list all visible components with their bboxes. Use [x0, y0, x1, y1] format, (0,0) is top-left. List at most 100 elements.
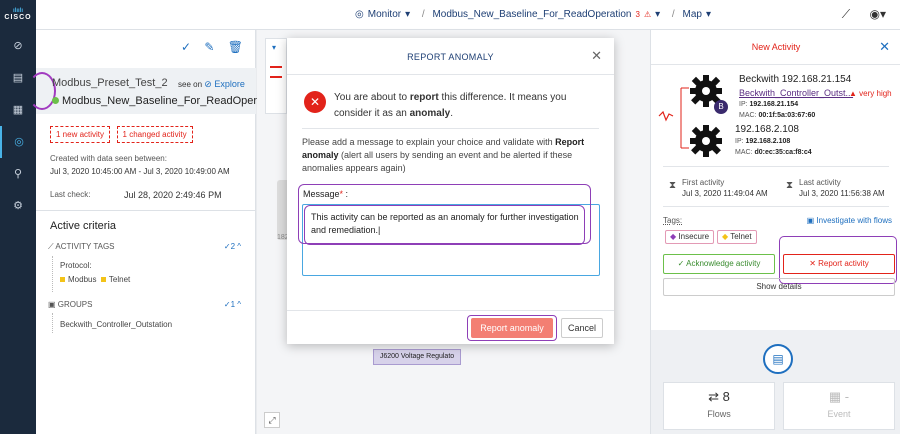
divider: [287, 310, 614, 311]
flows-card[interactable]: ⇄ 8 Flows: [663, 382, 775, 430]
protocol-tags: Modbus Telnet: [60, 275, 130, 284]
flows-count: ⇄ 8: [708, 389, 730, 404]
document-icon[interactable]: ▤: [763, 344, 793, 374]
monitor-icon: ◎: [355, 9, 364, 20]
changed-activity-badge[interactable]: 1 changed activity: [116, 126, 193, 143]
modal-title: REPORT ANOMALY: [407, 52, 494, 62]
highlight-annotation: [779, 236, 897, 284]
dashboard-icon[interactable]: ⊘: [0, 30, 36, 62]
host1-ip: IP: 192.168.21.154: [739, 101, 799, 108]
tags-label: Tags:: [663, 216, 683, 225]
explore-icon: ⊘: [204, 79, 215, 89]
panel-tools: ✓ ✎ 🗑: [171, 40, 243, 54]
search-icon[interactable]: ⚲: [0, 158, 36, 190]
chevron-down-icon[interactable]: ▾: [655, 9, 660, 20]
divider: [663, 206, 889, 207]
groups-count[interactable]: ✓1 ^: [224, 300, 241, 309]
check-icon[interactable]: ✓: [181, 40, 191, 54]
tag-telnet: Telnet: [101, 275, 130, 284]
legend-line-solid: [270, 66, 282, 68]
divider: [287, 74, 614, 75]
host2-mac: MAC: d0:ec:35:ca:f8:c4: [735, 149, 812, 156]
last-check-value: Jul 28, 2020 2:49:46 PM: [124, 190, 222, 200]
alert-icon: ⚠: [643, 10, 652, 19]
flows-icon: ▣: [806, 216, 815, 225]
warning-icon: ▲: [849, 89, 857, 98]
divider: [302, 128, 599, 129]
host2-name: 192.168.2.108: [735, 124, 799, 135]
tag-telnet: ◆ Telnet: [717, 230, 757, 244]
expand-icon[interactable]: ⤢: [264, 412, 280, 428]
divider: [36, 210, 256, 211]
activity-tags-count[interactable]: ✓2 ^: [224, 242, 241, 251]
activity-link-icon: [658, 87, 689, 149]
investigate-link[interactable]: ▣ Investigate with flows: [807, 216, 892, 225]
breadcrumb-separator: /: [421, 9, 425, 20]
show-details-button[interactable]: Show details: [663, 278, 895, 296]
chevron-down-icon[interactable]: ▾: [405, 9, 410, 20]
groups-header[interactable]: ▣ GROUPS: [48, 300, 92, 309]
top-right-tools: ⟋ ◉▾: [826, 7, 886, 22]
tree-line: [52, 256, 53, 292]
preset-name: Modbus_Preset_Test_2: [52, 77, 168, 89]
hourglass-icon: ⧗: [669, 180, 677, 191]
monitor-nav-icon[interactable]: ◎: [0, 126, 36, 158]
user-avatar-icon[interactable]: ◉▾: [870, 7, 887, 21]
cisco-logo[interactable]: ılıılı CISCO: [0, 0, 36, 30]
risk-badge: ▲ very high: [849, 89, 892, 98]
activity-tags-header[interactable]: ⟋ ACTIVITY TAGS: [48, 242, 115, 252]
explore-link[interactable]: Explore: [214, 79, 245, 89]
tag-insecure: ◆ Insecure: [665, 230, 715, 244]
last-check-label: Last check:: [50, 190, 91, 199]
gear-icon: [690, 125, 722, 157]
trash-icon[interactable]: 🗑: [228, 40, 243, 54]
flows-label: Flows: [707, 409, 731, 419]
modal-description: Please add a message to explain your cho…: [302, 137, 585, 173]
gear-icon[interactable]: ⚙: [0, 190, 36, 222]
breadcrumb-monitor[interactable]: Monitor: [368, 9, 401, 20]
chevron-down-icon[interactable]: ▾: [266, 39, 286, 56]
group-item: Beckwith_Controller_Outstation: [60, 320, 173, 329]
baseline-name: Modbus_New_Baseline_For_ReadOperation: [52, 95, 281, 107]
activity-badges: 1 new activity 1 changed activity: [50, 126, 197, 143]
new-activity-badge[interactable]: 1 new activity: [50, 126, 111, 143]
flows-icon: ⇄: [708, 389, 720, 404]
activity-panel: New Activity ✕ B Beckwith 192.168.21.154…: [650, 30, 900, 434]
chart-icon[interactable]: ⟋: [842, 7, 850, 21]
breadcrumb-baseline[interactable]: Modbus_New_Baseline_For_ReadOperation: [432, 9, 631, 20]
error-icon: ✕: [304, 91, 326, 113]
map-node-voltage-regulator[interactable]: J6200 Voltage Regulato: [373, 349, 461, 365]
chevron-down-icon[interactable]: ▾: [706, 9, 711, 20]
host2-ip: IP: 192.168.2.108: [735, 138, 791, 145]
baseline-header: Modbus_Preset_Test_2 see on ⊘ Explore Mo…: [28, 68, 281, 114]
divider: [651, 64, 900, 65]
legend-card[interactable]: ▾: [265, 38, 287, 114]
active-criteria-title: Active criteria: [50, 220, 117, 232]
first-activity-label: First activity: [682, 178, 725, 187]
created-label: Created with data seen between:: [50, 154, 167, 163]
legend-line-dashed: [270, 76, 282, 78]
group-badge: B: [714, 100, 728, 114]
report-anomaly-modal: REPORT ANOMALY ✕ ✕ You are about to repo…: [287, 38, 614, 344]
see-on-explore: see on ⊘ Explore: [178, 79, 245, 89]
divider: [663, 166, 889, 167]
breadcrumb-view[interactable]: Map: [682, 9, 701, 20]
tag-modbus: Modbus: [60, 275, 96, 284]
baseline-count-badge: 3: [635, 10, 640, 19]
close-icon[interactable]: ✕: [591, 48, 602, 64]
close-icon[interactable]: ✕: [879, 39, 890, 55]
event-label: Event: [827, 409, 851, 419]
baseline-panel: ✓ ✎ 🗑 Modbus_Preset_Test_2 see on ⊘ Expl…: [28, 30, 281, 434]
acknowledge-activity-button[interactable]: ✓ Acknowledge activity: [663, 254, 775, 274]
breadcrumb: ◎ Monitor ▾ / Modbus_New_Baseline_For_Read…: [355, 9, 715, 20]
tree-line: [52, 313, 53, 333]
first-activity-value: Jul 3, 2020 11:49:04 AM: [682, 189, 768, 198]
host1-mac: MAC: 00:1f:5a:03:67:60: [739, 112, 816, 119]
top-bar: ılıılı CISCO ◎ Monitor ▾ / Modbus_New_Base…: [0, 0, 900, 30]
cancel-button[interactable]: Cancel: [561, 318, 603, 338]
last-activity-label: Last activity: [799, 178, 841, 187]
edit-icon[interactable]: ✎: [204, 40, 214, 54]
calendar-icon: ▦: [828, 389, 842, 404]
host1-group-link[interactable]: Beckwith_Controller_Outst...: [739, 88, 853, 98]
highlight-annotation: [467, 315, 557, 341]
